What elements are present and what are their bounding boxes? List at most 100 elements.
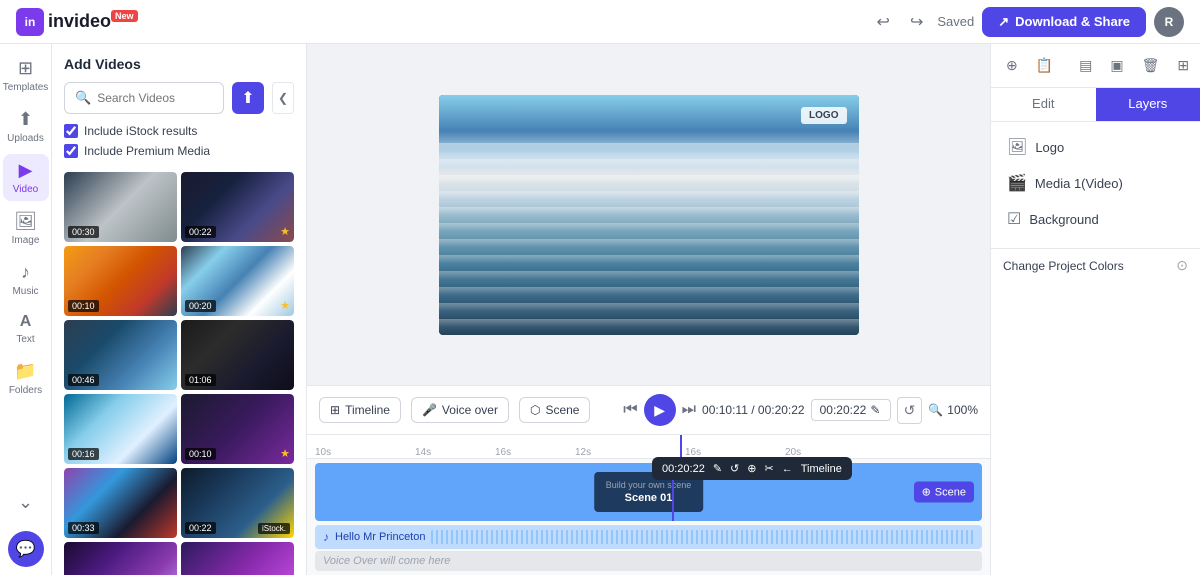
logo-text: invideo: [48, 11, 111, 32]
scene-name: Scene 01: [606, 492, 692, 504]
new-badge: New: [111, 10, 138, 22]
premium-checkbox-row: Include Premium Media: [64, 144, 294, 158]
change-project-colors[interactable]: Change Project Colors ⊙: [991, 248, 1200, 282]
layer-background[interactable]: ☑ Background: [999, 202, 1192, 236]
sidebar-item-text[interactable]: A Text: [3, 307, 49, 351]
sidebar-label-image: Image: [12, 235, 40, 246]
video-preview: LOGO: [439, 95, 859, 335]
thumb-duration: 00:22: [185, 522, 216, 534]
premium-label: Include Premium Media: [84, 144, 210, 158]
sidebar-item-music[interactable]: ♪ Music: [3, 256, 49, 303]
chevron-right-icon: ⊙: [1176, 257, 1188, 274]
premium-checkbox[interactable]: [64, 144, 78, 158]
copy-tool-button[interactable]: ⊕: [999, 52, 1025, 79]
star-icon: ★: [280, 299, 290, 312]
sidebar-item-more[interactable]: ⌄: [3, 486, 49, 519]
voiceover-button[interactable]: 🎤 Voice over: [411, 397, 509, 423]
scene-label: Scene: [545, 403, 579, 417]
list-item[interactable]: 00:22 ★: [181, 172, 294, 242]
search-box: 🔍: [64, 82, 224, 114]
list-item[interactable]: 00:33: [64, 468, 177, 538]
thumb-duration: 00:20: [185, 300, 216, 312]
list-item[interactable]: 01:06: [181, 320, 294, 390]
sidebar-label-text: Text: [16, 334, 34, 345]
tab-edit[interactable]: Edit: [991, 88, 1096, 121]
sidebar-item-uploads[interactable]: ⬆ Uploads: [3, 103, 49, 150]
search-input[interactable]: [97, 91, 213, 105]
right-panel: ⊕ 📋 ▤ ▣ 🗑 ⊞ ℹ Edit Layers 🖼 Logo 🎬 Media…: [990, 44, 1200, 575]
list-item[interactable]: 00:10: [64, 246, 177, 316]
topbar-center: ↩ ↪ Saved ↗ Download & Share R: [871, 7, 1184, 37]
istock-label: Include iStock results: [84, 124, 197, 138]
list-item[interactable]: 00:46: [64, 320, 177, 390]
zoom-display: 🔍 100%: [928, 403, 978, 417]
list-item[interactable]: 00:09: [64, 542, 177, 575]
right-toolbar: ⊕ 📋 ▤ ▣ 🗑 ⊞ ℹ: [991, 44, 1200, 88]
sidebar-label-music: Music: [12, 286, 38, 297]
voiceover-track: Voice Over will come here: [315, 551, 982, 571]
istock-badge: iStock.: [258, 523, 290, 534]
list-item[interactable]: 00:20 ★: [181, 246, 294, 316]
grid-button[interactable]: ⊞: [1170, 52, 1196, 79]
thumb-duration: 00:46: [68, 374, 99, 386]
topbar-left: in invideo New: [16, 8, 138, 36]
waterfall-visual: [439, 95, 859, 335]
sidebar-item-video[interactable]: ▶ Video: [3, 154, 49, 201]
sidebar-item-templates[interactable]: ⊞ Templates: [3, 52, 49, 99]
search-icon: 🔍: [75, 90, 91, 106]
time-input-value: 00:20:22: [820, 403, 867, 417]
total-time: 00:20:22: [758, 403, 805, 417]
istock-checkbox-row: Include iStock results: [64, 124, 294, 138]
download-share-button[interactable]: ↗ Download & Share: [982, 7, 1146, 37]
align-right-button[interactable]: ▣: [1103, 52, 1130, 79]
skip-back-button[interactable]: ⏮: [623, 401, 637, 419]
star-icon: ★: [280, 225, 290, 238]
videos-panel: Add Videos 🔍 ⬆ ❮ Include iStock results …: [52, 44, 307, 575]
sidebar-item-folders[interactable]: 📁 Folders: [3, 355, 49, 402]
cut-icon: ✂: [764, 462, 773, 475]
list-item[interactable]: 00:30: [64, 172, 177, 242]
current-time: 00:10:11: [702, 403, 748, 417]
user-avatar[interactable]: R: [1154, 7, 1184, 37]
undo-button[interactable]: ↩: [871, 8, 896, 36]
list-item[interactable]: 00:22 iStock.: [181, 468, 294, 538]
ruler-mark: 12s: [575, 447, 591, 458]
chat-button[interactable]: 💬: [8, 531, 44, 567]
paste-tool-button[interactable]: 📋: [1029, 52, 1060, 79]
thumb-duration: 00:22: [185, 226, 216, 238]
tab-layers[interactable]: Layers: [1096, 88, 1200, 121]
istock-checkbox[interactable]: [64, 124, 78, 138]
timeline-controls-bar: ⊞ Timeline 🎤 Voice over ⬡ Scene ⏮ ▶ ⏭ 00…: [307, 385, 990, 434]
logo-watermark: LOGO: [801, 107, 846, 124]
timeline-tab-button[interactable]: ⊞ Timeline: [319, 397, 401, 423]
video-icon: ▶: [19, 160, 33, 181]
scene-track[interactable]: Build your own scene Scene 01 ⊕ Scene: [315, 463, 982, 521]
redo-button[interactable]: ↪: [904, 8, 929, 36]
sidebar-label-uploads: Uploads: [7, 133, 44, 144]
topbar: in invideo New ↩ ↪ Saved ↗ Download & Sh…: [0, 0, 1200, 44]
align-left-button[interactable]: ▤: [1072, 52, 1099, 79]
list-item[interactable]: 00:16: [64, 394, 177, 464]
music-note-icon: ♪: [323, 530, 329, 544]
voiceover-placeholder: Voice Over will come here: [323, 555, 450, 567]
thumb-duration: 00:30: [68, 226, 99, 238]
skip-forward-button[interactable]: ⏭: [682, 401, 696, 419]
time-input[interactable]: 00:20:22 ✎: [811, 399, 891, 421]
play-button[interactable]: ▶: [644, 394, 676, 426]
delete-button[interactable]: 🗑: [1135, 52, 1167, 79]
music-icon: ♪: [21, 262, 30, 283]
download-icon: ↗: [998, 14, 1009, 30]
logo: in invideo New: [16, 8, 138, 36]
media-layer-name: Media 1(Video): [1035, 176, 1123, 191]
scene-end-button[interactable]: ⊕ Scene: [914, 482, 974, 503]
layer-logo[interactable]: 🖼 Logo: [999, 130, 1192, 164]
list-item[interactable]: 00:15: [181, 542, 294, 575]
scene-button[interactable]: ⬡ Scene: [519, 397, 591, 423]
collapse-panel-button[interactable]: ❮: [272, 82, 294, 114]
list-item[interactable]: 00:10 ★: [181, 394, 294, 464]
sidebar-item-image[interactable]: 🖼 Image: [3, 205, 49, 252]
logo-layer-icon: 🖼: [1007, 137, 1027, 157]
upload-button[interactable]: ⬆: [232, 82, 264, 114]
refresh-button[interactable]: ↺: [897, 397, 923, 424]
layer-media1[interactable]: 🎬 Media 1(Video): [999, 166, 1192, 200]
